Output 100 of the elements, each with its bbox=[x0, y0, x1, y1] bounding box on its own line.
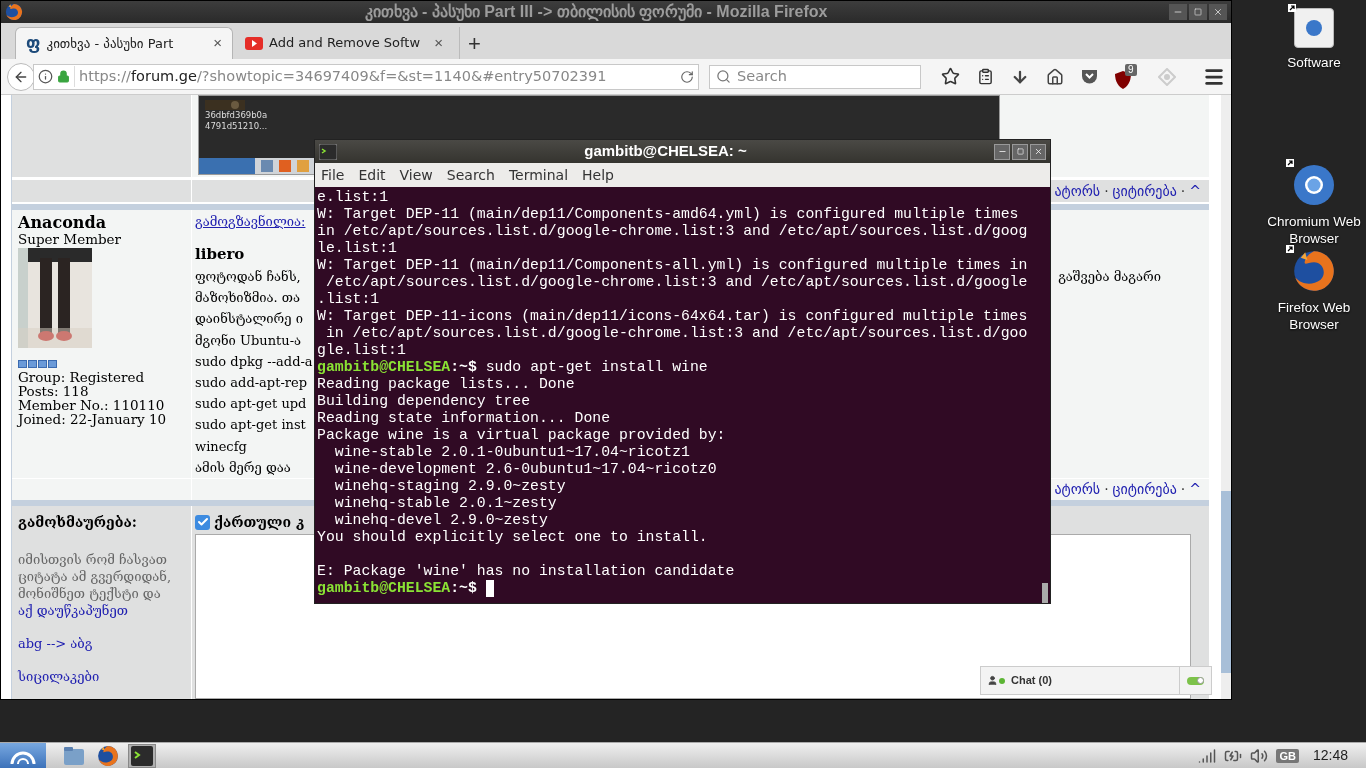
back-button[interactable] bbox=[7, 62, 35, 91]
menu-item[interactable]: Terminal bbox=[508, 164, 569, 186]
separator-dot: · bbox=[1180, 480, 1186, 499]
close-button[interactable] bbox=[1209, 4, 1227, 20]
georgian-keyboard-checkbox[interactable] bbox=[195, 514, 210, 530]
taskbar-launcher[interactable] bbox=[128, 743, 156, 768]
search-field[interactable]: Search bbox=[709, 64, 921, 89]
posted-link[interactable]: გამოგზავნილია: bbox=[195, 213, 306, 230]
quote-link[interactable]: აქ დაუწკაპუნეთ bbox=[18, 603, 128, 618]
post-action-link[interactable]: ციტირება bbox=[1112, 180, 1177, 202]
terminal-line: W: Target DEP-11 (main/dep11/Components-amd64.yml) is configured multiple times bbox=[317, 206, 1020, 223]
terminal-line: winehq-stable 2.0.1~zesty bbox=[333, 495, 558, 512]
terminal-line: e.list:1 bbox=[317, 189, 390, 206]
desktop-icon-label[interactable]: Software bbox=[1287, 54, 1341, 71]
desktop-icon-label[interactable]: Firefox Web Browser bbox=[1262, 299, 1366, 333]
close-icon bbox=[1213, 7, 1223, 17]
firefox-icon bbox=[97, 744, 119, 767]
post-text-line: მგონი Ubuntu-ა bbox=[195, 331, 302, 350]
author-detail: Group: Registered bbox=[18, 370, 146, 384]
reload-icon[interactable] bbox=[680, 69, 694, 84]
terminal-line: Reading state information... Done bbox=[317, 410, 612, 427]
terminal-line: le.list:1 bbox=[317, 240, 398, 257]
terminal-line: /etc/apt/sources.list.d/google-chrome.list:3 and /etc/apt/sources.list.d/google bbox=[324, 274, 1029, 291]
menu-item[interactable]: Help bbox=[582, 164, 614, 186]
pocket-icon[interactable] bbox=[1081, 68, 1098, 85]
thumbnail-caption: 4791d51210... bbox=[205, 121, 269, 132]
post-text-line: გაშვება მაგარი bbox=[1058, 268, 1163, 286]
badge-count: 9 bbox=[1125, 63, 1137, 76]
separator-dot: · bbox=[1104, 181, 1109, 201]
terminal-line: gle.list:1 bbox=[317, 342, 407, 359]
post-text-line: დაინსტალირე ი bbox=[195, 310, 303, 329]
reading-list-icon[interactable] bbox=[977, 68, 994, 85]
minimize-button[interactable] bbox=[994, 143, 1010, 160]
sidebar-link[interactable]: სიცილაკები bbox=[18, 668, 100, 685]
post-action-link[interactable]: ^ bbox=[1189, 180, 1202, 202]
author-detail: Member No.: 110110 bbox=[18, 398, 166, 412]
author-name[interactable]: Anaconda bbox=[18, 213, 191, 232]
info-icon bbox=[38, 69, 53, 84]
terminal-line: winehq-staging 2.9.0~zesty bbox=[333, 478, 567, 495]
post-action-link[interactable]: ციტირება bbox=[1112, 479, 1177, 500]
bookmark-star-icon[interactable] bbox=[941, 67, 960, 86]
terminal-line: in /etc/apt/sources.list.d/google-chrome.list:3 and /etc/apt/sources.list.d/goog bbox=[317, 223, 1029, 240]
lock-icon bbox=[57, 70, 70, 83]
desktop-icon-label[interactable]: Chromium Web Browser bbox=[1262, 213, 1366, 247]
toggle-switch[interactable] bbox=[1187, 676, 1204, 685]
post-action-link[interactable]: ატორს bbox=[1054, 479, 1101, 500]
post-action-link[interactable]: ^ bbox=[1189, 479, 1202, 500]
menu-item[interactable]: Search bbox=[446, 164, 495, 186]
firefox-icon bbox=[1292, 249, 1336, 293]
user-icon bbox=[987, 675, 998, 686]
shortcut-arrow-icon bbox=[1286, 245, 1294, 253]
shortcut-arrow-icon bbox=[1286, 159, 1294, 167]
terminal-line: W: Target DEP-11 (main/dep11/Components-all.yml) is configured multiple times in bbox=[317, 257, 1029, 274]
chat-bar[interactable]: Chat (0) bbox=[980, 666, 1212, 695]
post-text-line: sudo dpkg --add-a bbox=[195, 352, 313, 371]
menu-item[interactable]: Edit bbox=[358, 164, 386, 186]
post-text-line: მაზოხიზმია. თა bbox=[195, 289, 301, 308]
chat-label: Chat (0) bbox=[1011, 673, 1053, 689]
keyboard-layout[interactable]: GB bbox=[1276, 748, 1299, 763]
close-button[interactable] bbox=[1030, 143, 1046, 160]
terminal-line: .list:1 bbox=[317, 291, 381, 308]
terminal-title: gambitb@CHELSEA: ~ bbox=[583, 141, 748, 162]
menu-item[interactable]: View bbox=[399, 164, 433, 186]
tab-close-icon[interactable]: × bbox=[213, 32, 222, 55]
prompt-user: gambitb@CHELSEA bbox=[317, 580, 451, 597]
maximize-icon bbox=[1016, 148, 1024, 155]
prompt-path: :~$ bbox=[450, 580, 477, 597]
close-icon bbox=[1033, 147, 1043, 156]
sidebar-link[interactable]: abg --> აბგ bbox=[18, 635, 93, 652]
signal-icon[interactable] bbox=[1198, 746, 1217, 765]
terminal-line: Reading package lists... Done bbox=[317, 376, 576, 393]
separator-dot: · bbox=[1104, 480, 1109, 499]
terminal-line: in /etc/apt/sources.list.d/google-chrome.list:3 and /etc/apt/sources.list.d/goo bbox=[324, 325, 1029, 342]
browser-tab[interactable]: ფ კითხვა - პასუხი Part × bbox=[15, 27, 233, 59]
prompt-path: :~$ bbox=[450, 359, 477, 376]
tab-title: Add and Remove Softw bbox=[269, 34, 422, 53]
search-placeholder: Search bbox=[737, 66, 787, 86]
terminal-icon bbox=[319, 143, 337, 160]
menu-item[interactable]: File bbox=[321, 164, 345, 186]
tab-title: კითხვა - პასუხი Part bbox=[46, 34, 175, 53]
terminal-line: wine-development 2.6-0ubuntu1~17.04~ricotz0 bbox=[333, 461, 718, 478]
thumbnail-caption: 36dbfd369b0a bbox=[205, 110, 269, 121]
maximize-button[interactable] bbox=[1012, 143, 1028, 160]
play-icon bbox=[245, 36, 263, 50]
post-action-link[interactable]: ატორს bbox=[1054, 180, 1101, 202]
post-author: libero bbox=[195, 244, 245, 264]
terminal-line: You should explicitly select one to install. bbox=[317, 529, 709, 546]
terminal-line: Package wine is a virtual package provided by: bbox=[317, 427, 727, 444]
tab-close-icon[interactable]: × bbox=[434, 31, 443, 55]
url-field[interactable]: https://forum.ge/?showtopic=34697409&f=&st=1140&#entry50702391 bbox=[33, 63, 699, 90]
terminal-line: E: Package 'wine' has no installation candidate bbox=[317, 563, 736, 580]
clock[interactable]: 12:48 bbox=[1312, 745, 1348, 766]
forum-favicon-icon: ფ bbox=[26, 30, 41, 57]
window-title: კითხვა - პასუხი Part III -> თბილისის ფორუმი - Mozilla Firefox bbox=[363, 2, 829, 23]
separator-dot: · bbox=[1180, 181, 1186, 201]
home-icon[interactable] bbox=[1046, 67, 1064, 86]
start-button[interactable] bbox=[0, 742, 46, 768]
scrollbar[interactable] bbox=[1221, 95, 1231, 699]
volume-icon[interactable] bbox=[1250, 746, 1269, 765]
firefox-icon bbox=[5, 3, 23, 21]
